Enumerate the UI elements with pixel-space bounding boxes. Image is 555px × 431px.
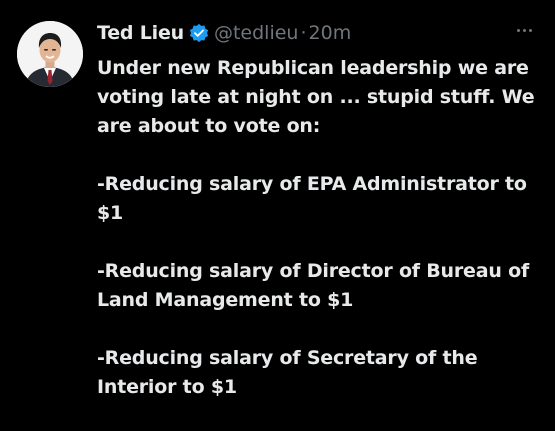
tweet-paragraph: -Reducing salary of Director of Bureau o… [97, 260, 530, 311]
tweet-paragraph: -Reducing salary of EPA Administrator to… [97, 173, 527, 224]
post-timestamp[interactable]: 20m [309, 22, 352, 44]
avatar[interactable] [17, 21, 83, 87]
more-dot [528, 28, 532, 32]
author-handle[interactable]: @tedlieu [214, 22, 299, 44]
verified-badge-icon [189, 23, 209, 43]
tweet-text: Under new Republican leadership we are v… [97, 54, 537, 431]
tweet[interactable]: Ted Lieu @tedlieu · 20m Under new Republ… [0, 0, 555, 407]
more-options-icon[interactable] [511, 20, 537, 40]
header-separator: · [300, 22, 307, 44]
author-name[interactable]: Ted Lieu [97, 22, 184, 44]
tweet-header: Ted Lieu @tedlieu · 20m [97, 18, 351, 48]
more-dot [522, 28, 526, 32]
tweet-paragraph: Under new Republican leadership we are v… [97, 57, 535, 137]
more-dot [516, 28, 520, 32]
tweet-paragraph: -Reducing salary of Secretary of the Int… [97, 347, 478, 398]
